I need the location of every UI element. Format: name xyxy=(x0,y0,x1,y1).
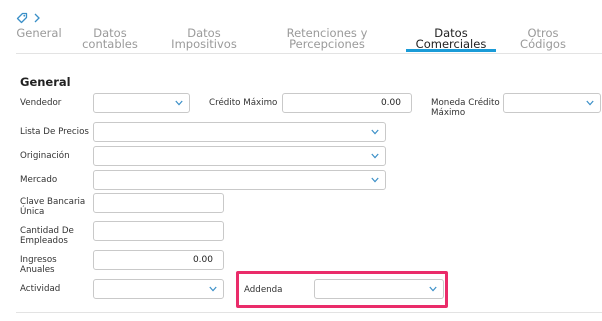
clave-bancaria-unica-label: Clave Bancaria Única xyxy=(20,197,86,217)
ingresos-anuales-input[interactable]: 0.00 xyxy=(93,250,224,270)
chevron-down-icon xyxy=(371,129,379,135)
chevron-down-icon xyxy=(371,153,379,159)
chevron-down-icon xyxy=(175,100,183,106)
chevron-down-icon xyxy=(371,177,379,183)
moneda-credito-maximo-select[interactable] xyxy=(503,93,601,113)
cantidad-de-empleados-input[interactable] xyxy=(93,221,224,241)
mercado-select[interactable] xyxy=(93,170,386,190)
vendedor-select[interactable] xyxy=(93,93,190,113)
section-title: General xyxy=(20,75,71,89)
tab-retenciones-percepciones[interactable]: Retenciones y Percepciones xyxy=(280,27,374,50)
chevron-down-icon xyxy=(586,100,594,106)
tab-datos-impositivos[interactable]: Datos Impositivos xyxy=(168,27,240,50)
actividad-select[interactable] xyxy=(93,279,224,299)
clave-bancaria-unica-input[interactable] xyxy=(93,193,224,213)
chevron-right-icon[interactable] xyxy=(34,13,40,23)
ingresos-anuales-label: Ingresos Anuales xyxy=(20,255,57,275)
tag-icon[interactable] xyxy=(16,12,28,24)
active-tab-indicator xyxy=(406,49,496,52)
chevron-down-icon xyxy=(209,286,217,292)
section-divider xyxy=(16,312,602,313)
credito-maximo-input[interactable]: 0.00 xyxy=(282,93,412,113)
tab-datos-contables[interactable]: Datos contables xyxy=(76,27,144,50)
chevron-down-icon xyxy=(429,286,437,292)
originacion-select[interactable] xyxy=(93,146,386,166)
lista-de-precios-label: Lista De Precios xyxy=(20,127,89,137)
moneda-credito-maximo-label: Moneda Crédito Máximo xyxy=(431,98,500,118)
breadcrumb xyxy=(16,11,40,25)
actividad-label: Actividad xyxy=(20,284,61,294)
tab-datos-comerciales[interactable]: Datos Comerciales xyxy=(408,27,494,50)
mercado-label: Mercado xyxy=(20,175,58,185)
originacion-label: Originación xyxy=(20,151,70,161)
tab-otros-codigos[interactable]: Otros Códigos xyxy=(514,27,572,50)
addenda-select[interactable] xyxy=(314,279,444,299)
cantidad-de-empleados-label: Cantidad De Empleados xyxy=(20,226,74,246)
tabs-divider xyxy=(16,53,602,54)
addenda-label: Addenda xyxy=(244,285,283,295)
credito-maximo-label: Crédito Máximo xyxy=(209,98,278,108)
vendedor-label: Vendedor xyxy=(20,98,62,108)
lista-de-precios-select[interactable] xyxy=(93,122,386,142)
tab-general[interactable]: General xyxy=(16,27,62,39)
